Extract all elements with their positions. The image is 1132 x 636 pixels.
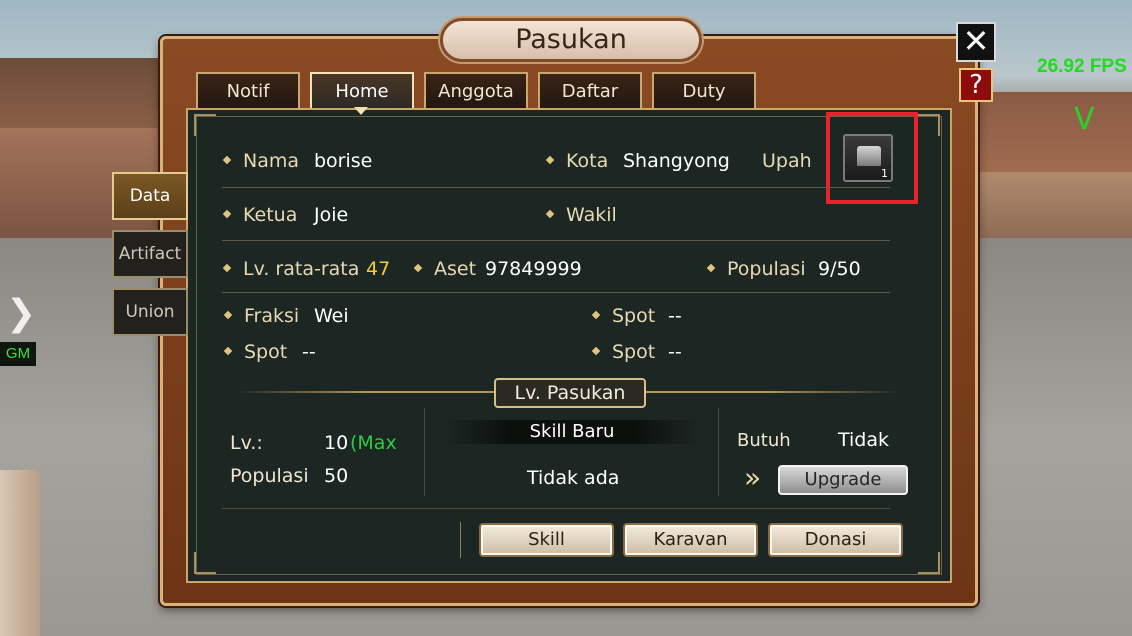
aset-label: Aset bbox=[434, 258, 477, 280]
upah-label: Upah bbox=[762, 150, 812, 172]
v-indicator: V bbox=[1074, 102, 1095, 137]
level-label: Lv.: bbox=[230, 432, 263, 454]
double-arrow-icon: » bbox=[744, 461, 762, 494]
gm-arrow-icon[interactable]: ❯ bbox=[6, 296, 36, 332]
kota-label: Kota bbox=[566, 150, 609, 172]
row-divider bbox=[222, 240, 890, 241]
tab-daftar[interactable]: Daftar bbox=[538, 72, 642, 108]
button-divider bbox=[460, 522, 461, 558]
level-populasi-label: Populasi bbox=[230, 465, 309, 487]
nama-label: Nama bbox=[243, 150, 300, 172]
upgrade-button[interactable]: Upgrade bbox=[778, 465, 908, 495]
spot-value: -- bbox=[668, 305, 682, 327]
lv-rata-value: 47 bbox=[366, 258, 391, 280]
background-roof-left bbox=[0, 58, 170, 128]
column-divider bbox=[718, 408, 719, 496]
row-divider bbox=[222, 187, 890, 188]
tab-duty[interactable]: Duty bbox=[652, 72, 756, 108]
corner-ornament bbox=[918, 552, 940, 574]
help-button[interactable]: ? bbox=[959, 68, 993, 102]
populasi-value: 9/50 bbox=[818, 258, 861, 280]
skill-baru-value: Tidak ada bbox=[527, 467, 620, 489]
nama-value: borise bbox=[314, 150, 373, 172]
skill-button[interactable]: Skill bbox=[479, 523, 614, 557]
row-divider bbox=[222, 292, 890, 293]
background-fence bbox=[0, 470, 40, 636]
donasi-button[interactable]: Donasi bbox=[768, 523, 903, 557]
ketua-label: Ketua bbox=[243, 204, 298, 226]
corner-ornament bbox=[194, 114, 216, 136]
level-populasi-value: 50 bbox=[324, 465, 349, 487]
kota-value: Shangyong bbox=[623, 150, 730, 172]
level-value: 10 bbox=[324, 432, 349, 454]
side-tab-union[interactable]: Union bbox=[112, 288, 188, 336]
tab-home[interactable]: Home bbox=[310, 72, 414, 108]
spot-label: Spot bbox=[244, 341, 288, 363]
spot-label: Spot bbox=[612, 305, 656, 327]
close-button[interactable]: ✕ bbox=[956, 22, 996, 62]
spot-value: -- bbox=[302, 341, 316, 363]
fraksi-value: Wei bbox=[314, 305, 349, 327]
spot-label: Spot bbox=[612, 341, 656, 363]
bottom-divider bbox=[222, 508, 890, 509]
level-max-tag: (Max bbox=[350, 432, 397, 454]
window-title: Pasukan bbox=[440, 18, 702, 62]
side-tab-data[interactable]: Data bbox=[112, 172, 188, 220]
ketua-value: Joie bbox=[314, 204, 349, 226]
gm-button[interactable]: GM bbox=[0, 342, 36, 366]
highlight-box bbox=[826, 112, 918, 204]
aset-value: 97849999 bbox=[485, 258, 582, 280]
corner-ornament bbox=[194, 552, 216, 574]
column-divider bbox=[424, 408, 425, 496]
active-tab-pointer bbox=[354, 107, 368, 115]
background-roof-right bbox=[975, 92, 1132, 172]
lv-rata-label: Lv. rata-rata bbox=[243, 258, 360, 280]
corner-ornament bbox=[918, 114, 940, 136]
fps-counter: 26.92 FPS bbox=[1037, 56, 1127, 77]
skill-baru-title: Skill Baru bbox=[446, 420, 698, 444]
side-tab-artifact[interactable]: Artifact bbox=[112, 230, 188, 278]
tab-anggota[interactable]: Anggota bbox=[424, 72, 528, 108]
background-wall-right bbox=[975, 172, 1132, 242]
populasi-label: Populasi bbox=[727, 258, 806, 280]
fraksi-label: Fraksi bbox=[244, 305, 300, 327]
butuh-value: Tidak bbox=[838, 429, 890, 451]
spot-value: -- bbox=[668, 341, 682, 363]
tab-notif[interactable]: Notif bbox=[196, 72, 300, 108]
wakil-label: Wakil bbox=[566, 204, 617, 226]
level-section-title: Lv. Pasukan bbox=[494, 378, 646, 408]
karavan-button[interactable]: Karavan bbox=[623, 523, 758, 557]
butuh-label: Butuh bbox=[737, 430, 791, 451]
